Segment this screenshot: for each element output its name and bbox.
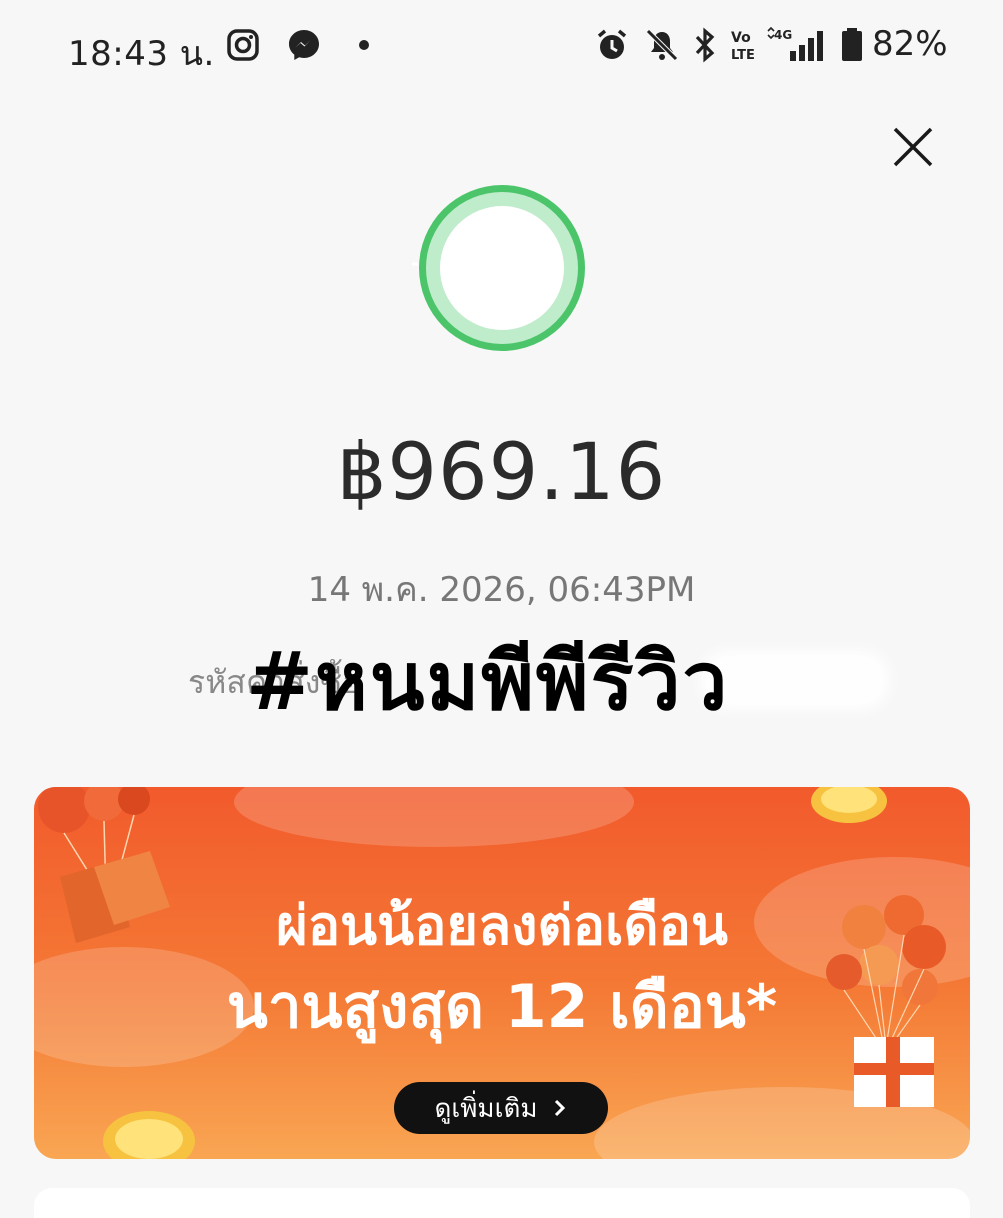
chevron-right-icon — [555, 1099, 566, 1117]
see-more-label: ดูเพิ่มเติม — [434, 1093, 538, 1124]
dot-icon — [358, 26, 370, 64]
instagram-icon — [226, 26, 260, 64]
status-time: 18:43 น. — [68, 34, 215, 74]
success-ring-icon — [410, 176, 594, 360]
messenger-icon — [286, 26, 322, 64]
bottom-card — [34, 1188, 970, 1218]
battery-icon — [840, 26, 864, 64]
svg-text:4G: 4G — [774, 28, 792, 42]
close-icon[interactable] — [891, 125, 935, 169]
close-button[interactable] — [884, 118, 942, 176]
svg-text:Vo: Vo — [731, 30, 751, 46]
alarm-icon — [594, 26, 630, 64]
see-more-button[interactable]: ดูเพิ่มเติม — [394, 1082, 608, 1134]
payment-datetime: 14 พ.ค. 2026, 06:43PM — [307, 570, 696, 610]
cloud-decoration — [234, 787, 634, 847]
signal-icon: 4G — [766, 26, 832, 64]
promo-banner[interactable]: ผ่อนน้อยลงต่อเดือน นานสูงสุด 12 เดือน* ด… — [34, 787, 970, 1159]
banner-headline: ผ่อนน้อยลงต่อเดือน — [276, 894, 728, 957]
bluetooth-icon — [692, 26, 718, 64]
coin-icon — [811, 787, 887, 823]
watermark-text: #หนมพีพีรีวิว — [246, 635, 730, 728]
banner-subheadline: นานสูงสุด 12 เดือน* — [226, 972, 778, 1042]
payment-amount: ฿969.16 — [336, 428, 667, 518]
mute-icon — [644, 26, 680, 64]
coin-icon — [103, 1111, 195, 1159]
svg-text:LTE: LTE — [731, 48, 755, 63]
volte-icon: Vo LTE — [730, 26, 758, 64]
battery-percent: 82% — [872, 24, 948, 64]
status-bar: 18:43 น. Vo LTE 4G 82% — [0, 0, 1003, 92]
